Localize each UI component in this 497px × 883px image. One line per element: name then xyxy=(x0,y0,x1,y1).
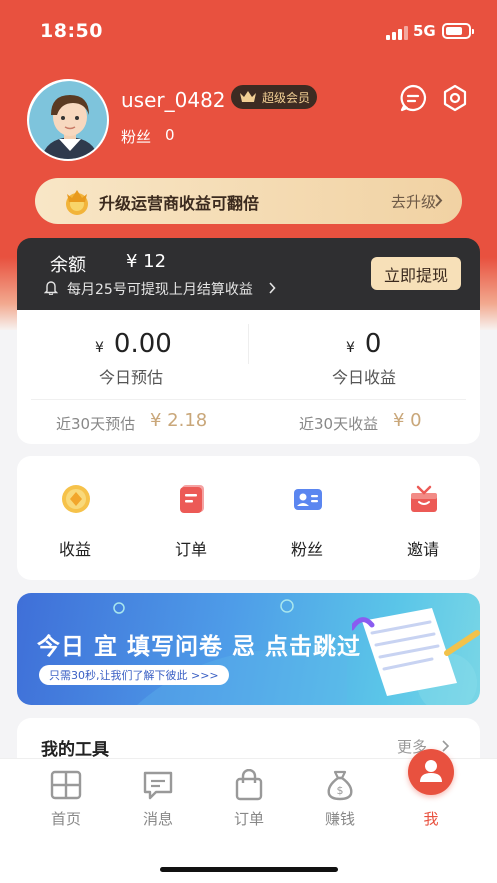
balance-card: 余额 ¥ 12 每月25号可提现上月结算收益 立即提现 xyxy=(17,238,480,310)
balance-note[interactable]: 每月25号可提现上月结算收益 xyxy=(67,279,253,299)
crown-icon xyxy=(240,91,256,102)
currency-symbol: ¥ xyxy=(346,340,355,356)
gift-icon xyxy=(411,485,437,512)
tools-title: 我的工具 xyxy=(41,740,109,760)
today-estimate-value: ¥0.00 xyxy=(95,329,172,359)
balance-value: ¥ 12 xyxy=(126,251,167,272)
fans-card-icon xyxy=(294,489,322,510)
upgrade-action: 去升级 xyxy=(390,193,436,211)
ad-subtitle: 只需30秒,让我们了解下彼此 >>> xyxy=(39,665,229,685)
tab-earn[interactable]: $ 赚钱 xyxy=(294,759,386,839)
tab-messages[interactable]: 消息 xyxy=(112,759,204,839)
username: user_0482 xyxy=(121,88,226,112)
currency-symbol: ¥ xyxy=(95,340,104,356)
month-estimate-label: 近30天预估 xyxy=(56,415,136,433)
divider xyxy=(31,399,466,400)
menu-label: 订单 xyxy=(174,540,207,559)
avatar[interactable] xyxy=(27,79,109,161)
fans-count: 0 xyxy=(165,126,175,144)
coin-icon xyxy=(62,485,90,513)
customer-service-icon[interactable] xyxy=(398,83,428,113)
home-grid-icon xyxy=(50,770,82,800)
settings-icon[interactable] xyxy=(440,83,470,113)
balance-label: 余额 xyxy=(50,255,86,276)
month-income-value: ¥ 0 xyxy=(393,410,422,431)
tab-label: 订单 xyxy=(233,810,264,828)
divider xyxy=(248,324,249,364)
order-icon xyxy=(180,485,204,513)
tab-orders[interactable]: 订单 xyxy=(203,759,295,839)
menu-item-invite[interactable]: 邀请 xyxy=(365,456,481,580)
vip-badge[interactable]: 超级会员 xyxy=(231,85,317,109)
tab-me[interactable]: 我 xyxy=(385,749,477,839)
tab-bar: 首页 消息 订单 $ 赚钱 我 xyxy=(0,749,497,883)
menu-item-fans[interactable]: 粉丝 xyxy=(249,456,365,580)
upgrade-banner[interactable]: 升级运营商收益可翻倍 去升级 xyxy=(35,178,462,224)
quick-menu: 收益 订单 粉丝 邀请 xyxy=(17,456,480,580)
tab-label: 消息 xyxy=(142,810,173,828)
shopping-bag-icon xyxy=(235,769,263,801)
month-income-label: 近30天收益 xyxy=(299,415,379,433)
tab-label: 赚钱 xyxy=(324,810,355,828)
menu-label: 粉丝 xyxy=(290,540,323,559)
chevron-right-icon xyxy=(269,282,276,294)
menu-label: 邀请 xyxy=(406,540,439,559)
menu-item-orders[interactable]: 订单 xyxy=(133,456,249,580)
message-icon xyxy=(143,771,173,800)
upgrade-text: 升级运营商收益可翻倍 xyxy=(99,194,260,213)
today-income-label: 今日收益 xyxy=(332,368,397,387)
user-icon xyxy=(420,760,442,782)
ad-title: 今日 宜 填写问卷 忌 点击跳过 xyxy=(37,634,362,660)
crown-medal-icon xyxy=(66,190,88,215)
menu-label: 收益 xyxy=(58,540,91,559)
network-type: 5G xyxy=(413,22,436,40)
survey-ad-banner[interactable]: 今日 宜 填写问卷 忌 点击跳过 只需30秒,让我们了解下彼此 >>> xyxy=(17,593,480,705)
svg-text:$: $ xyxy=(337,784,344,797)
battery-icon xyxy=(442,23,474,39)
signal-icon xyxy=(386,24,408,40)
withdraw-button[interactable]: 立即提现 xyxy=(371,257,461,290)
vip-label: 超级会员 xyxy=(262,90,311,105)
status-time: 18:50 xyxy=(40,20,103,42)
menu-item-income[interactable]: 收益 xyxy=(17,456,133,580)
tab-home[interactable]: 首页 xyxy=(20,759,112,839)
today-income-value: ¥0 xyxy=(346,329,382,359)
survey-paper-icon xyxy=(352,608,480,696)
stats-card: ¥0.00 今日预估 ¥0 今日收益 近30天预估 ¥ 2.18 近30天收益 … xyxy=(17,310,480,444)
chevron-right-icon xyxy=(435,194,443,207)
home-indicator xyxy=(160,867,338,872)
bell-icon xyxy=(44,281,58,295)
tab-label: 首页 xyxy=(50,810,81,828)
status-bar: 18:50 5G xyxy=(0,0,497,62)
today-estimate-label: 今日预估 xyxy=(99,368,164,387)
money-bag-icon: $ xyxy=(327,770,353,801)
tab-label: 我 xyxy=(423,810,439,828)
active-tab-highlight xyxy=(408,749,454,795)
month-estimate-value: ¥ 2.18 xyxy=(150,410,208,431)
fans-label: 粉丝 xyxy=(121,128,152,146)
